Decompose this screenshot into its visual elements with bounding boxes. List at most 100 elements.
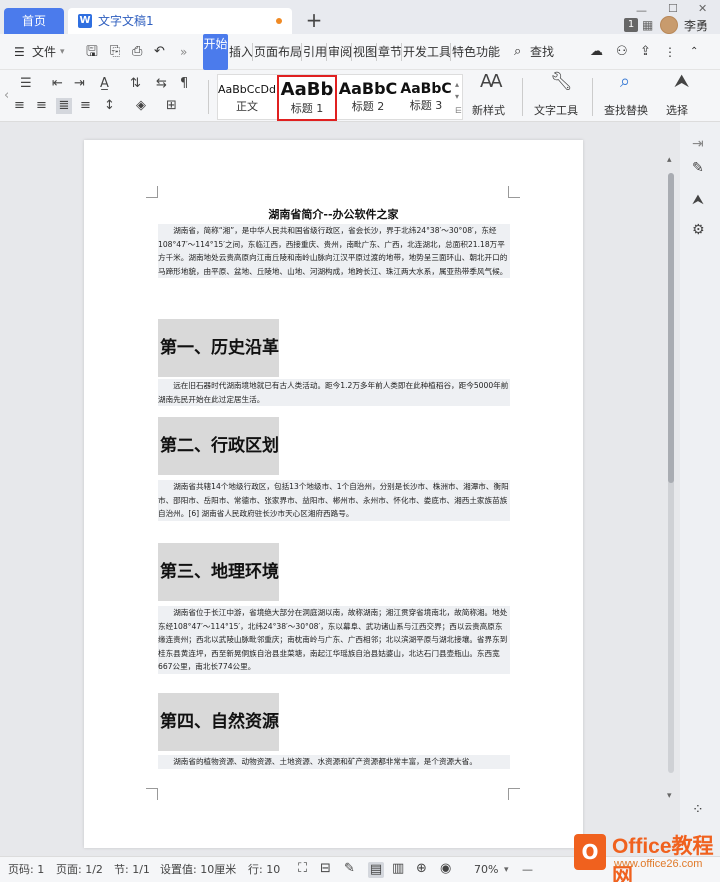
wrench-icon[interactable]: 🔧︎	[550, 73, 573, 91]
undo-icon[interactable]: ↶	[154, 34, 165, 70]
minimize-icon[interactable]: —	[636, 4, 647, 17]
more-icon[interactable]: »	[180, 34, 187, 70]
distribute-icon[interactable]: ≡	[80, 98, 91, 114]
margin-corner	[146, 186, 158, 198]
status-page[interactable]: 页面: 1/2	[56, 857, 103, 882]
zoom-level[interactable]: 70%	[474, 857, 498, 882]
text-tools-button[interactable]: 文字工具	[534, 102, 578, 118]
menu-tab-features[interactable]: 特色功能	[452, 34, 500, 70]
menu-search[interactable]: 查找	[530, 34, 554, 70]
hamburger-icon[interactable]: ☰	[14, 34, 25, 70]
upload-icon[interactable]: ⇪	[640, 34, 651, 70]
find-replace-button[interactable]: 查找替换	[604, 102, 648, 118]
cursor-icon[interactable]: ⮝	[674, 73, 689, 91]
menu-tab-start[interactable]: 开始	[203, 34, 228, 70]
divider	[450, 43, 451, 61]
style-heading-2[interactable]: AaBbC 标题 2	[338, 75, 398, 121]
scroll-up-icon[interactable]: ▴	[667, 155, 672, 165]
page-view-icon[interactable]: ▤	[368, 862, 384, 878]
justify-icon[interactable]: ≣	[56, 98, 72, 114]
edit-pen-icon[interactable]: ✎	[344, 861, 355, 876]
tab-document[interactable]: W 文字文稿1	[68, 8, 292, 34]
divider	[401, 43, 402, 61]
divider	[522, 78, 523, 116]
status-row[interactable]: 行: 10	[248, 857, 280, 882]
zoom-out-icon[interactable]: —	[522, 857, 533, 882]
paragraph-mark-icon[interactable]: ¶	[180, 76, 188, 92]
section-heading-4: 第四、自然资源	[158, 693, 279, 751]
line-spacing-icon[interactable]: ↕	[104, 98, 115, 114]
menu-file[interactable]: 文件	[32, 34, 56, 70]
align-left-icon[interactable]: ≡	[14, 98, 25, 114]
new-tab-button[interactable]: +	[304, 8, 324, 32]
bullet-list-icon[interactable]: ☰	[20, 76, 32, 92]
new-style-button[interactable]: 新样式	[472, 102, 505, 118]
layout-icon[interactable]: ▦	[642, 18, 653, 32]
status-section[interactable]: 节: 1/1	[114, 857, 150, 882]
document-workarea: 湖南省简介--办公软件之家 湖南省，简称“湘”，是中华人民共和国省级行政区，省会…	[0, 122, 720, 856]
zoom-dropdown-icon[interactable]: ▾	[504, 857, 509, 882]
magnifier-icon[interactable]: ⌕	[620, 73, 630, 91]
shading-icon[interactable]: ◈	[136, 98, 146, 114]
user-name[interactable]: 李勇	[684, 17, 708, 34]
read-view-icon[interactable]: ▥	[392, 861, 404, 876]
save-icon[interactable]: 🖫	[86, 34, 98, 70]
pointer-icon[interactable]: ⮝	[692, 192, 704, 208]
show-marks-icon[interactable]: ⇆	[156, 76, 167, 92]
style-normal[interactable]: AaBbCcDd 正文	[218, 75, 276, 121]
eye-protection-icon[interactable]: ◉	[440, 861, 451, 876]
new-style-icon[interactable]: Ꜳ	[480, 73, 503, 91]
menu-tab-layout[interactable]: 页面布局	[254, 34, 302, 70]
gallery-expand-icon[interactable]: ⋿	[455, 103, 462, 119]
sort-icon[interactable]: ⇅	[130, 76, 141, 92]
decrease-indent-icon[interactable]: ⇤	[52, 76, 63, 92]
style-heading-1-label: 标题 1	[290, 102, 324, 115]
style-heading-1[interactable]: AaBb 标题 1	[277, 75, 337, 121]
settings-sliders-icon[interactable]: ⚙	[692, 222, 705, 238]
avatar[interactable]	[660, 16, 678, 34]
scroll-down-icon[interactable]: ▾	[667, 791, 672, 801]
outline-icon[interactable]: ⊟	[320, 861, 331, 876]
fullscreen-icon[interactable]: ⛶	[298, 861, 307, 876]
print-icon[interactable]: ⎙	[132, 34, 142, 70]
ribbon-toolbar: ‹ ☰ ⇤ ⇥ A̲ ⇅ ⇆ ¶ ≡ ≡ ≣ ≡ ↕ ◈ ⊞ AaBbCcDd …	[0, 70, 720, 122]
title-tab-bar: 首页 W 文字文稿1 + — ☐ ✕ 1 ▦ 李勇	[0, 0, 720, 34]
scroll-thumb[interactable]	[668, 173, 674, 483]
maximize-icon[interactable]: ☐	[668, 2, 678, 15]
style-heading-3[interactable]: AaBbC 标题 3	[398, 75, 454, 121]
collapse-ribbon-icon[interactable]: ⌃	[690, 34, 698, 70]
menu-tab-developer[interactable]: 开发工具	[403, 34, 451, 70]
menu-tab-chapter[interactable]: 章节	[378, 34, 402, 70]
vertical-scrollbar[interactable]: ▴ ▾	[666, 155, 676, 805]
chevron-down-icon[interactable]: ▾	[60, 34, 65, 70]
border-icon[interactable]: ⊞	[166, 98, 177, 114]
text-case-icon[interactable]: A̲	[100, 76, 109, 92]
increase-indent-icon[interactable]: ⇥	[74, 76, 85, 92]
pen-icon[interactable]: ✎	[692, 160, 704, 176]
status-setting[interactable]: 设置值: 10厘米	[160, 857, 236, 882]
side-panel-collapse-icon[interactable]: ⇥	[692, 136, 704, 152]
menu-tab-reference[interactable]: 引用	[303, 34, 327, 70]
close-icon[interactable]: ✕	[698, 2, 707, 15]
align-center-icon[interactable]: ≡	[36, 98, 47, 114]
menu-tab-insert[interactable]: 插入	[229, 34, 253, 70]
export-icon[interactable]: ⎘	[110, 34, 120, 70]
share-user-icon[interactable]: ⚇	[616, 34, 628, 70]
style-heading-3-label: 标题 3	[409, 99, 443, 112]
status-page-number[interactable]: 页码: 1	[8, 857, 44, 882]
select-button[interactable]: 选择	[666, 102, 688, 118]
style-heading-1-sample: AaBb	[280, 79, 334, 100]
menu-tab-view[interactable]: 视图	[353, 34, 377, 70]
ribbon-scroll-left-icon[interactable]: ‹	[4, 88, 9, 104]
divider	[376, 43, 377, 61]
grid-apps-icon[interactable]: ⁘	[692, 802, 704, 818]
tab-home[interactable]: 首页	[4, 8, 64, 34]
search-icon[interactable]: ⌕	[514, 34, 521, 70]
style-heading-2-sample: AaBbC	[338, 79, 398, 98]
web-view-icon[interactable]: ⊕	[416, 861, 427, 876]
cloud-icon[interactable]: ☁	[590, 34, 603, 70]
more-dots-icon[interactable]: ⋮	[664, 34, 676, 70]
notification-badge[interactable]: 1	[624, 18, 638, 32]
menu-tab-review[interactable]: 审阅	[328, 34, 352, 70]
document-page[interactable]: 湖南省简介--办公软件之家 湖南省，简称“湘”，是中华人民共和国省级行政区，省会…	[84, 140, 583, 848]
